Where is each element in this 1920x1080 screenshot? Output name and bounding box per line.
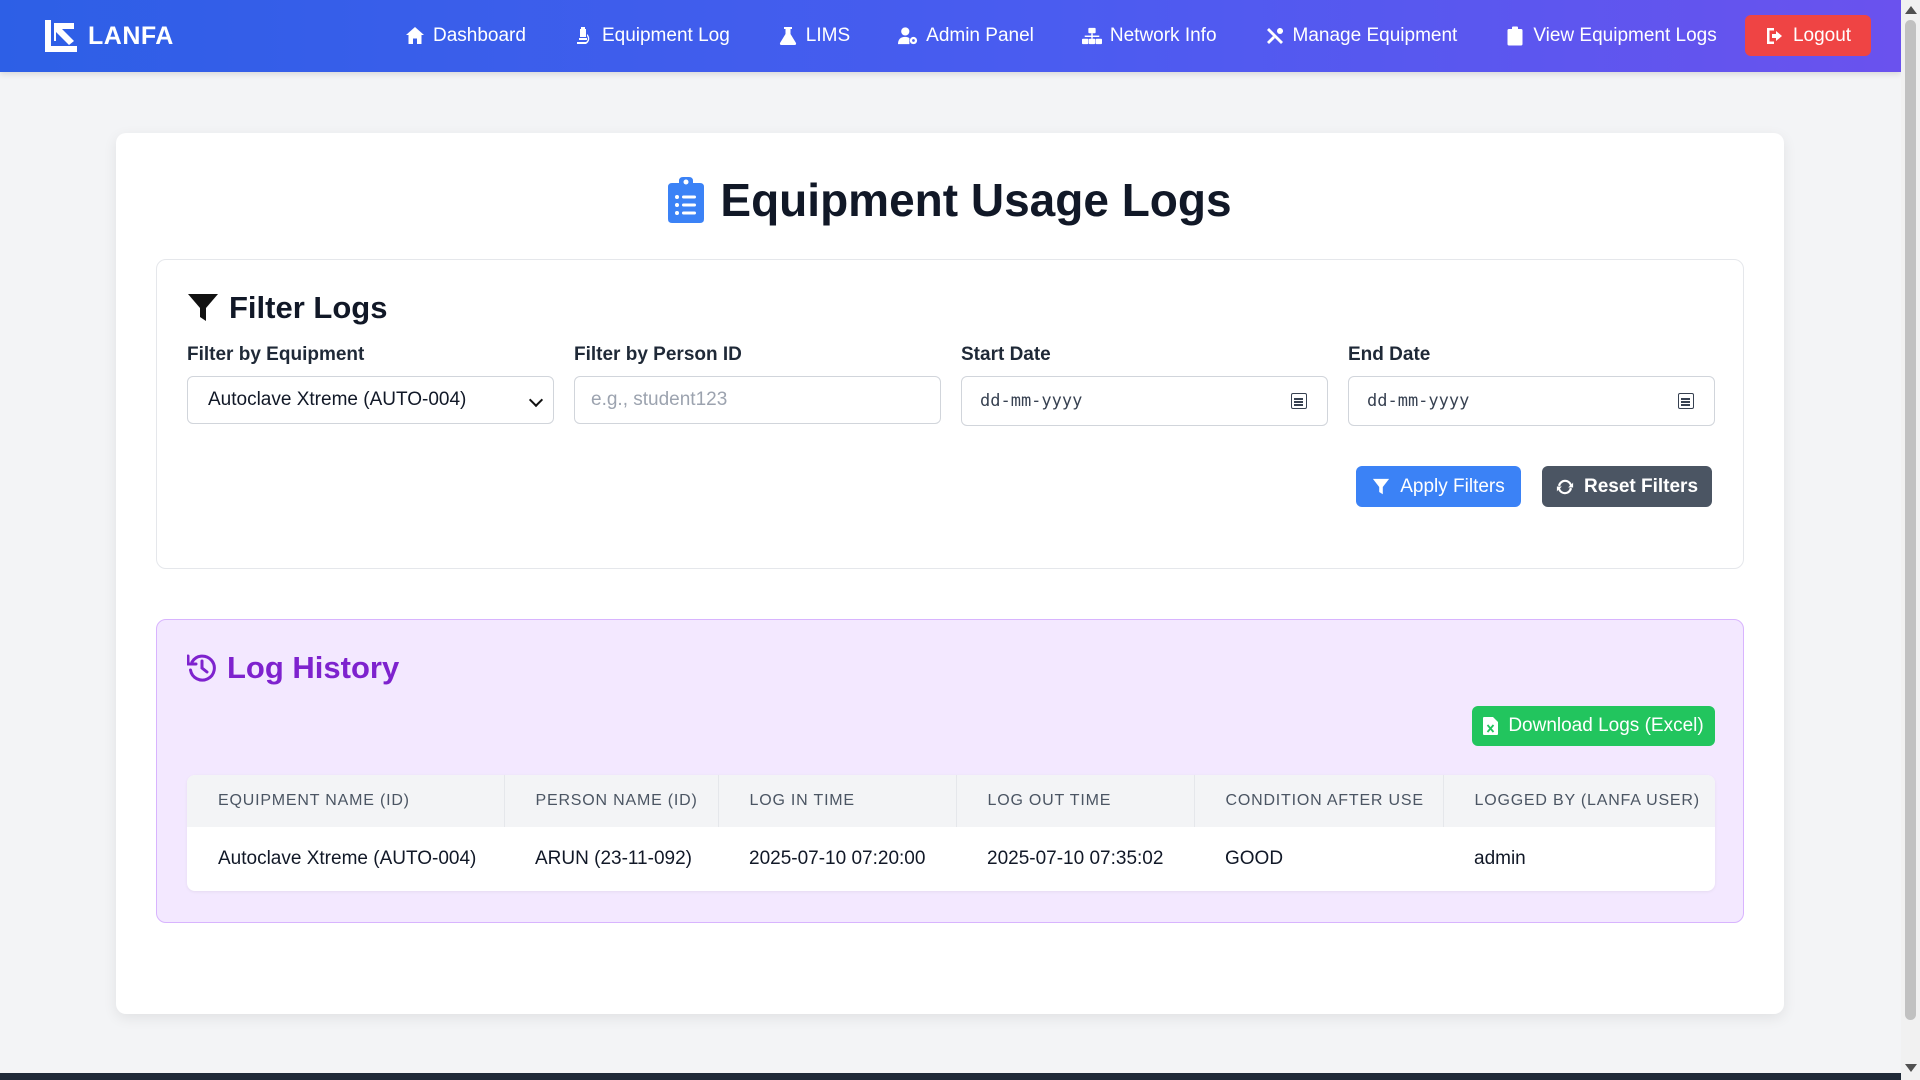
log-in-time-cell: 2025-07-10 07:20:00	[749, 848, 926, 869]
chevron-down-icon	[528, 392, 544, 408]
table-header-row: EQUIPMENT NAME (ID) PERSON NAME (ID) LOG…	[187, 775, 1715, 827]
nav-item-dashboard[interactable]: Dashboard	[405, 25, 526, 47]
person-filter-field: Filter by Person ID e.g., student123	[574, 344, 941, 424]
nav-item-label: Manage Equipment	[1292, 25, 1458, 46]
filter-icon	[1373, 478, 1390, 494]
scroll-up-arrow-icon[interactable]	[1905, 6, 1917, 14]
scrollbar-thumb[interactable]	[1905, 20, 1916, 1020]
refresh-icon	[1556, 479, 1574, 494]
nav-item-label: LIMS	[805, 25, 851, 46]
equipment-select-value: Autoclave Xtreme (AUTO-004)	[208, 389, 467, 410]
table-row[interactable]: Autoclave Xtreme (AUTO-004) ARUN (23-11-…	[187, 827, 1715, 891]
column-header[interactable]: LOG IN TIME	[718, 775, 957, 827]
filter-section-title-text: Filter Logs	[229, 290, 388, 325]
person-id-input[interactable]: e.g., student123	[574, 376, 941, 424]
log-history-title: Log History	[187, 650, 399, 686]
apply-filters-label: Apply Filters	[1400, 475, 1505, 497]
lanfa-logo-icon	[45, 20, 77, 52]
log-table: EQUIPMENT NAME (ID) PERSON NAME (ID) LOG…	[187, 775, 1715, 891]
network-icon	[1081, 27, 1102, 45]
log-out-time-cell: 2025-07-10 07:35:02	[987, 848, 1164, 869]
top-navbar: LANFA Dashboard Equipment Log LIMS Admin…	[0, 0, 1901, 72]
reset-filters-button[interactable]: Reset Filters	[1542, 466, 1712, 507]
home-icon	[406, 27, 424, 44]
equipment-filter-label: Filter by Equipment	[187, 344, 365, 365]
logout-icon	[1766, 27, 1782, 44]
filter-section-title: Filter Logs	[187, 290, 387, 326]
nav-item-label: View Equipment Logs	[1533, 25, 1717, 46]
nav-item-manage-equipment[interactable]: Manage Equipment	[1265, 25, 1458, 47]
condition-cell: GOOD	[1225, 848, 1284, 869]
log-history-title-text: Log History	[227, 650, 400, 685]
calendar-icon[interactable]	[1678, 393, 1694, 409]
nav-item-view-equipment-logs[interactable]: View Equipment Logs	[1505, 25, 1717, 47]
nav-item-label: Dashboard	[433, 25, 526, 46]
nav-item-network-info[interactable]: Network Info	[1081, 25, 1217, 47]
column-header[interactable]: PERSON NAME (ID)	[504, 775, 719, 827]
history-icon	[187, 654, 216, 682]
main-nav: Dashboard Equipment Log LIMS Admin Panel…	[405, 0, 1765, 72]
flask-icon	[779, 27, 796, 45]
page-title-text: Equipment Usage Logs	[720, 174, 1232, 226]
tools-icon	[1266, 28, 1283, 44]
reset-filters-label: Reset Filters	[1583, 475, 1699, 497]
end-date-value: dd-mm-yyyy	[1367, 391, 1470, 411]
brand-name: LANFA	[88, 21, 174, 50]
excel-file-icon	[1483, 717, 1499, 735]
start-date-field: Start Date dd-mm-yyyy	[961, 344, 1328, 426]
nav-item-lims[interactable]: LIMS	[778, 25, 850, 47]
main-card: Equipment Usage Logs Filter Logs Filter …	[116, 133, 1784, 1014]
column-header[interactable]: EQUIPMENT NAME (ID)	[187, 775, 505, 827]
start-date-value: dd-mm-yyyy	[980, 391, 1083, 411]
person-id-placeholder: e.g., student123	[591, 389, 728, 410]
end-date-input[interactable]: dd-mm-yyyy	[1348, 376, 1715, 426]
microscope-icon	[576, 27, 590, 44]
bottom-edge	[0, 1073, 1901, 1080]
nav-item-equipment-log[interactable]: Equipment Log	[574, 25, 730, 47]
equipment-cell: Autoclave Xtreme (AUTO-004)	[218, 848, 477, 869]
nav-item-label: Equipment Log	[601, 25, 730, 46]
calendar-icon[interactable]	[1291, 393, 1307, 409]
column-header[interactable]: LOG OUT TIME	[956, 775, 1195, 827]
nav-item-label: Network Info	[1109, 25, 1217, 46]
vertical-scrollbar[interactable]	[1901, 0, 1920, 1080]
log-history-panel: Log History Download Logs (Excel) EQUIPM…	[156, 619, 1744, 923]
column-header[interactable]: CONDITION AFTER USE	[1194, 775, 1444, 827]
brand-logo[interactable]: LANFA	[44, 19, 174, 53]
end-date-label: End Date	[1348, 344, 1431, 365]
log-table-container: EQUIPMENT NAME (ID) PERSON NAME (ID) LOG…	[187, 775, 1715, 891]
scroll-down-arrow-icon[interactable]	[1905, 1064, 1917, 1072]
nav-item-admin-panel[interactable]: Admin Panel	[898, 25, 1034, 47]
logout-button[interactable]: Logout	[1745, 15, 1871, 56]
person-cell: ARUN (23-11-092)	[535, 848, 692, 869]
person-filter-label: Filter by Person ID	[574, 344, 742, 365]
download-logs-button[interactable]: Download Logs (Excel)	[1472, 706, 1715, 746]
start-date-input[interactable]: dd-mm-yyyy	[961, 376, 1328, 426]
filter-icon	[188, 294, 218, 321]
end-date-field: End Date dd-mm-yyyy	[1348, 344, 1715, 426]
nav-item-label: Admin Panel	[926, 25, 1034, 46]
equipment-filter-field: Filter by Equipment Autoclave Xtreme (AU…	[187, 344, 554, 424]
download-logs-label: Download Logs (Excel)	[1508, 715, 1704, 736]
start-date-label: Start Date	[961, 344, 1051, 365]
logged-by-cell: admin	[1474, 848, 1526, 869]
logout-label: Logout	[1792, 24, 1852, 46]
apply-filters-button[interactable]: Apply Filters	[1356, 466, 1521, 507]
clipboard-list-icon	[668, 177, 705, 223]
user-gear-icon	[898, 27, 918, 45]
clipboard-icon	[1507, 26, 1523, 46]
filter-panel: Filter Logs Filter by Equipment Autoclav…	[156, 259, 1744, 569]
page-title: Equipment Usage Logs	[116, 173, 1784, 227]
column-header[interactable]: LOGGED BY (LANFA USER)	[1443, 775, 1715, 827]
equipment-select[interactable]: Autoclave Xtreme (AUTO-004)	[187, 376, 554, 424]
